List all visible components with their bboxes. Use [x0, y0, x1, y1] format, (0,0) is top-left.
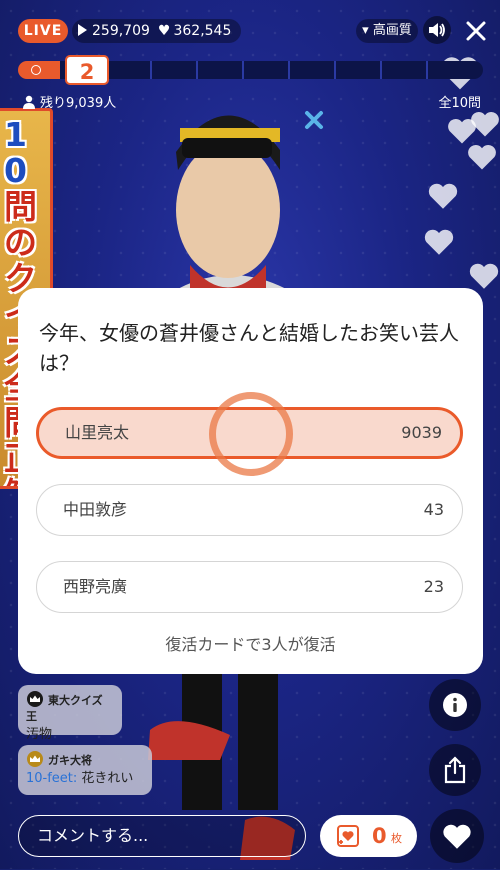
card-unit: 枚 — [391, 832, 402, 845]
quality-selector[interactable]: ▾ 高画質 — [356, 19, 418, 43]
sparkle-icon — [305, 111, 323, 129]
close-icon[interactable] — [464, 18, 488, 44]
card-count: 0 — [372, 824, 387, 848]
revive-card-button[interactable]: 0 枚 — [320, 815, 417, 857]
answer-option[interactable]: 中田敦彦 43 — [36, 484, 463, 536]
heart-icon — [443, 824, 471, 849]
play-icon — [78, 24, 87, 36]
answer-count: 23 — [423, 577, 444, 596]
current-question-number: 2 — [65, 55, 109, 85]
floating-heart-icon — [469, 263, 499, 289]
comment-text: 汚物 — [26, 727, 53, 742]
floating-heart-icon — [424, 229, 454, 255]
floating-heart-icon — [428, 183, 458, 209]
question-text: 今年、女優の蒼井優さんと結婚したお笑い芸人は？ — [39, 321, 459, 375]
volume-button[interactable] — [423, 16, 451, 44]
answer-count: 43 — [423, 500, 444, 519]
remaining-count: 残り9,039人 — [40, 96, 117, 111]
info-button[interactable] — [429, 679, 481, 731]
revive-message: 復活カードで3人が復活 — [165, 635, 336, 654]
floating-heart-icon — [471, 111, 499, 137]
comment-input[interactable]: コメントする... — [18, 815, 306, 857]
remaining-players: 残り9,039人 — [22, 92, 116, 111]
speaker-icon — [429, 23, 445, 37]
comment-item: 東大クイズ王 汚物 — [18, 685, 122, 742]
crown-icon — [27, 691, 43, 707]
like-button[interactable] — [430, 809, 484, 863]
comment-text: 花きれい — [77, 771, 134, 786]
correct-circle-icon — [31, 65, 41, 75]
floating-heart-icon — [468, 144, 496, 170]
tap-indicator-ring — [209, 392, 293, 476]
info-icon — [443, 693, 467, 717]
comment-badge: ガキ大将 — [48, 754, 92, 767]
answer-count: 9039 — [401, 423, 442, 442]
heart-icon: ♥ — [157, 23, 171, 39]
live-badge: LIVE — [18, 19, 68, 43]
share-button[interactable] — [429, 744, 481, 796]
total-questions: 全10問 — [438, 96, 481, 111]
share-icon — [444, 756, 466, 784]
sign-number: 10 — [4, 115, 27, 190]
progress-completed-segment — [18, 61, 60, 79]
like-count: 362,545 — [173, 23, 232, 39]
quiz-card: 今年、女優の蒼井優さんと結婚したお笑い芸人は？ 山里亮太 9039 中田敦彦 4… — [18, 288, 483, 674]
answer-label: 山里亮太 — [65, 423, 130, 442]
stream-stats: 259,709 ♥ 362,545 — [72, 19, 242, 43]
revive-card-icon — [337, 825, 359, 847]
answer-label: 中田敦彦 — [63, 500, 128, 519]
answer-label: 西野亮廣 — [63, 577, 128, 596]
user-icon — [23, 95, 35, 109]
answer-option[interactable]: 西野亮廣 23 — [36, 561, 463, 613]
comment-handle: 10-feet: — [26, 771, 78, 786]
viewer-count: 259,709 — [92, 23, 150, 39]
comment-item: ガキ大将 10-feet: 花きれい — [18, 745, 152, 795]
crown-icon — [27, 751, 43, 767]
